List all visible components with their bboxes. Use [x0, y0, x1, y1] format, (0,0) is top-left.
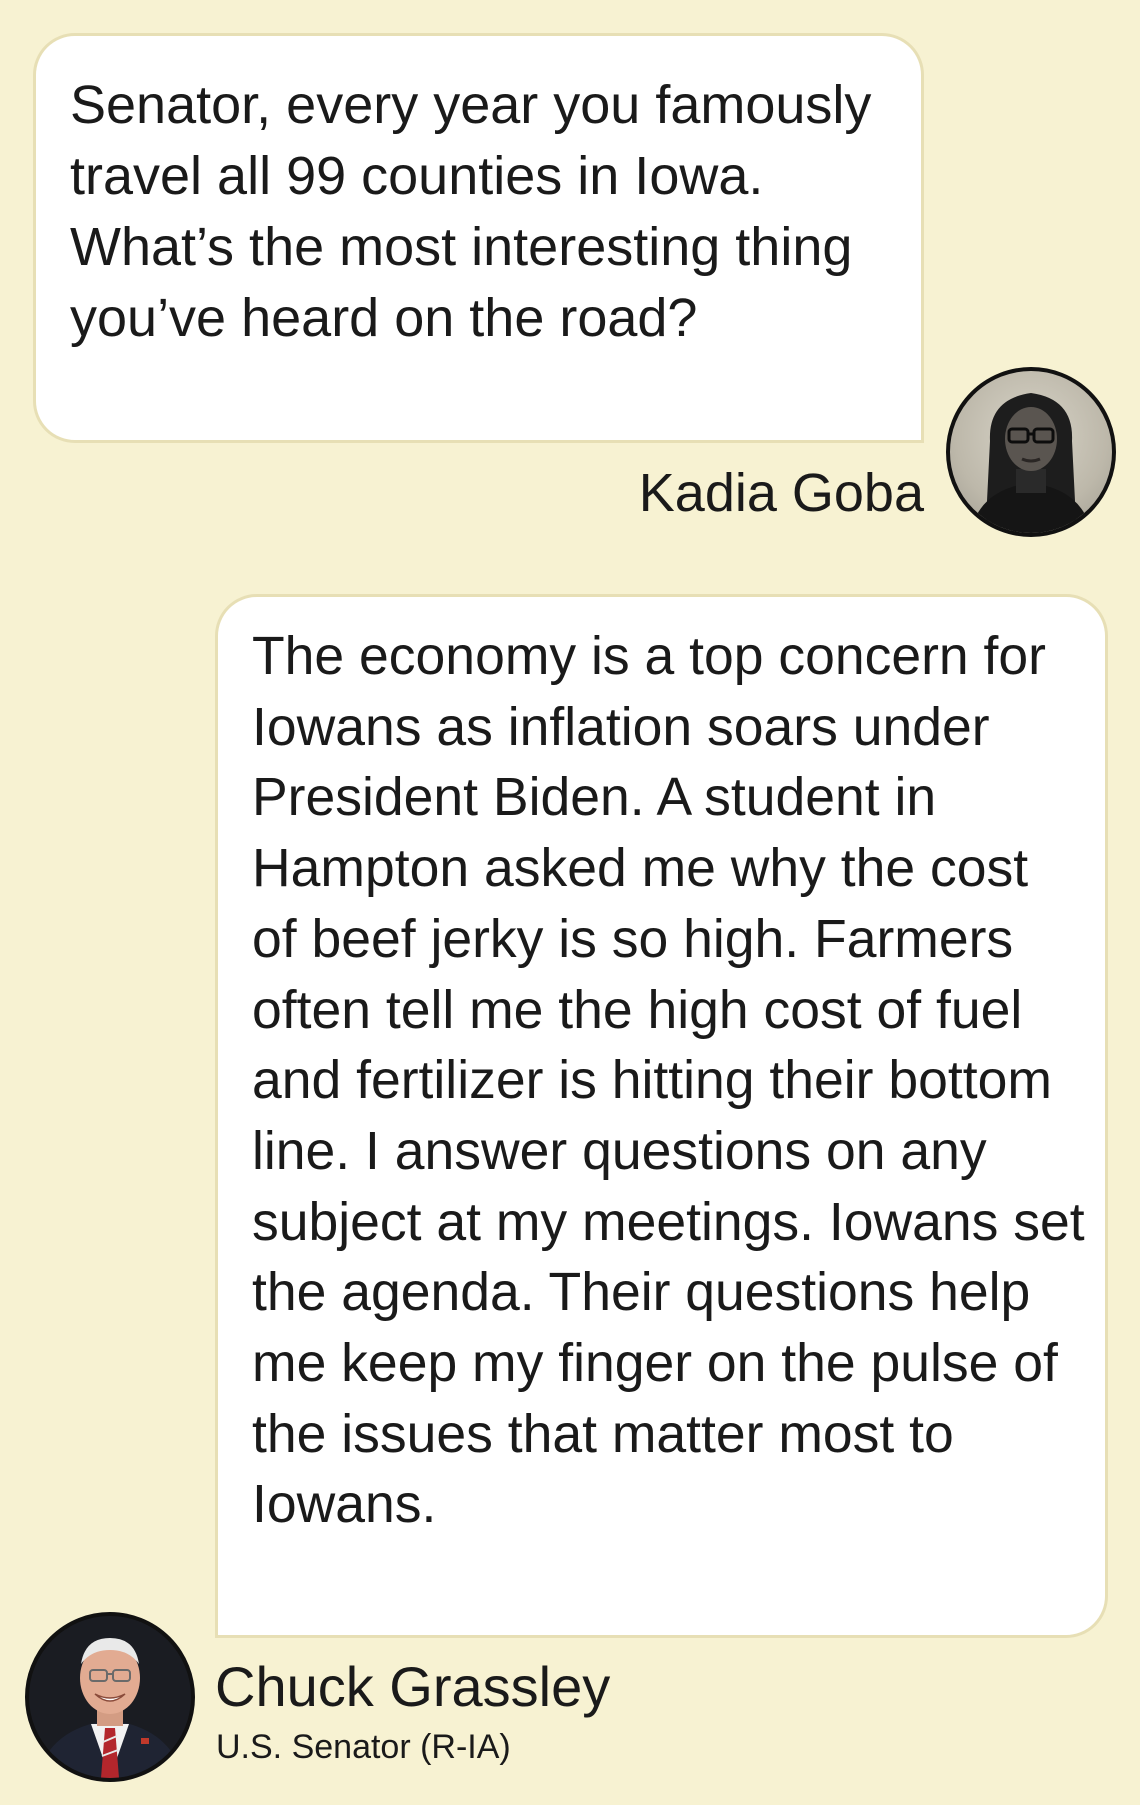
questioner-avatar: [946, 367, 1116, 537]
answerer-avatar: [25, 1612, 195, 1782]
questioner-name: Kadia Goba: [638, 463, 924, 523]
answerer-portrait-icon: [29, 1616, 191, 1778]
interview-card: Senator, every year you famously travel …: [0, 0, 1140, 1805]
answerer-name: Chuck Grassley: [215, 1655, 611, 1718]
answer-bubble: The economy is a top concern for Iowans …: [215, 594, 1108, 1638]
question-bubble: Senator, every year you famously travel …: [33, 33, 924, 443]
answerer-title: U.S. Senator (R-IA): [216, 1728, 511, 1766]
answer-text: The economy is a top concern for Iowans …: [252, 627, 1085, 1535]
question-text: Senator, every year you famously travel …: [70, 75, 872, 348]
questioner-portrait-icon: [970, 393, 1092, 533]
